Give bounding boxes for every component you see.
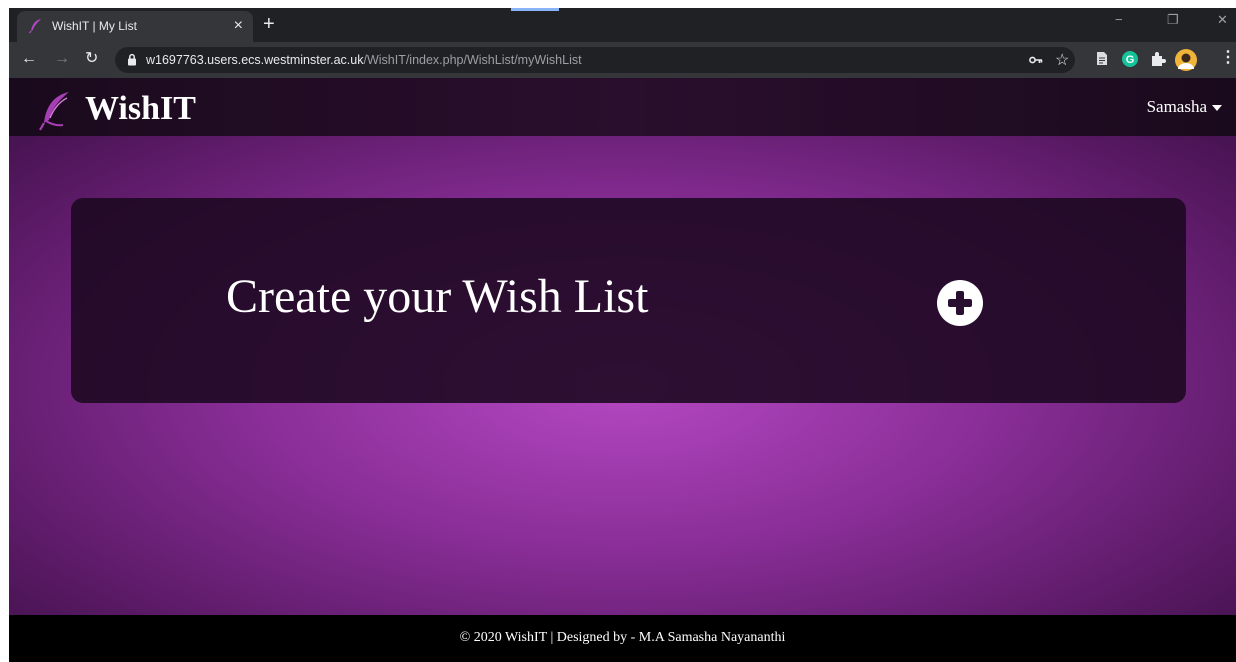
reload-button[interactable]: ↻ xyxy=(85,50,98,68)
new-tab-button[interactable]: + xyxy=(263,13,275,35)
url-path: /WishIT/index.php/WishList/myWishList xyxy=(363,53,582,67)
browser-window: WishIT | My List × + − ❐ ✕ ← → ↻ w169776… xyxy=(9,8,1236,662)
site-footer: © 2020 WishIT | Designed by - M.A Samash… xyxy=(9,615,1236,662)
menu-dots-icon[interactable]: ⋮ xyxy=(1220,49,1236,67)
star-icon[interactable]: ☆ xyxy=(1055,50,1069,70)
user-dropdown[interactable]: Samasha xyxy=(1147,97,1222,117)
close-window-button[interactable]: ✕ xyxy=(1217,12,1228,28)
lock-icon xyxy=(128,53,136,66)
quill-favicon-icon xyxy=(28,19,41,34)
restore-button[interactable]: ❐ xyxy=(1167,12,1179,28)
tab-close-icon[interactable]: × xyxy=(234,17,243,35)
create-wishlist-heading: Create your Wish List xyxy=(226,270,649,323)
grammarly-extension-icon[interactable]: G xyxy=(1122,51,1138,67)
address-bar[interactable]: w1697763.users.ecs.westminster.ac.uk/Wis… xyxy=(115,47,1075,73)
create-wishlist-card: Create your Wish List xyxy=(71,198,1186,403)
reader-icon[interactable] xyxy=(1096,51,1108,66)
browser-toolbar: ← → ↻ w1697763.users.ecs.westminster.ac.… xyxy=(9,42,1236,78)
brand-name: WishIT xyxy=(85,90,196,127)
tab-strip: WishIT | My List × + − ❐ ✕ xyxy=(9,8,1236,42)
url-text: w1697763.users.ecs.westminster.ac.uk/Wis… xyxy=(146,53,582,67)
plus-icon-vertical xyxy=(956,291,964,315)
extensions-puzzle-icon[interactable] xyxy=(1150,51,1166,67)
minimize-button[interactable]: − xyxy=(1115,12,1123,27)
site-navbar: WishIT Samasha xyxy=(9,78,1236,136)
back-button[interactable]: ← xyxy=(21,50,37,68)
web-page: WishIT Samasha Create your Wish List © 2… xyxy=(9,78,1236,662)
tab-title: WishIT | My List xyxy=(52,19,137,33)
tab-wishit-my-list[interactable]: WishIT | My List × xyxy=(17,11,253,42)
forward-button[interactable]: → xyxy=(54,50,70,68)
footer-copyright: © 2020 WishIT | Designed by - M.A Samash… xyxy=(459,630,786,645)
user-name: Samasha xyxy=(1146,97,1207,116)
main-content: Create your Wish List xyxy=(9,136,1236,615)
quill-logo-icon xyxy=(39,92,69,131)
loading-indicator xyxy=(511,8,559,11)
profile-avatar[interactable] xyxy=(1175,49,1197,71)
add-wishlist-button[interactable] xyxy=(937,280,983,326)
key-icon[interactable] xyxy=(1029,55,1043,65)
url-host: w1697763.users.ecs.westminster.ac.uk xyxy=(146,53,364,67)
caret-down-icon xyxy=(1212,105,1222,112)
svg-text:G: G xyxy=(1126,54,1135,66)
